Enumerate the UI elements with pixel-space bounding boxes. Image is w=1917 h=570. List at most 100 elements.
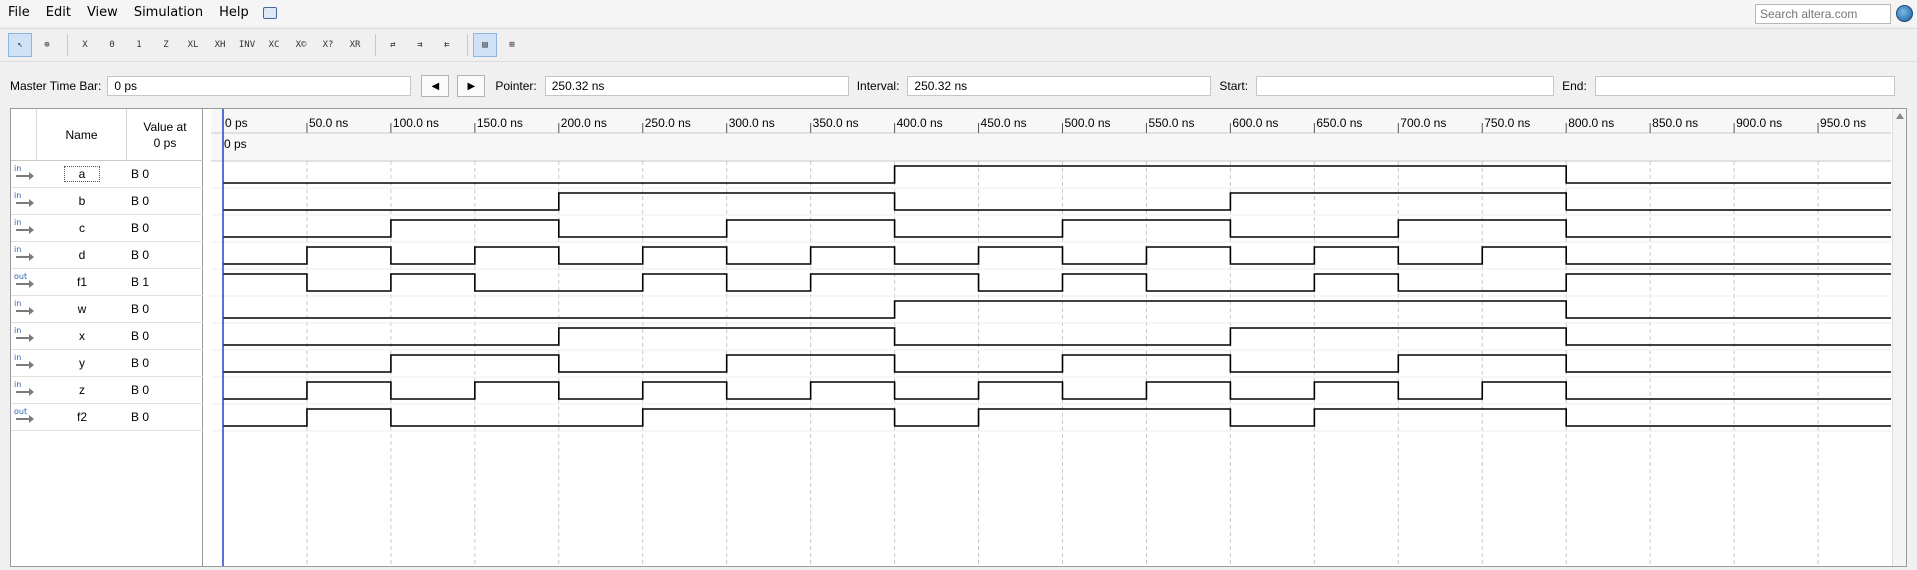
signal-row[interactable]: out f2 B 0 — [11, 404, 203, 431]
waveform-c[interactable] — [223, 219, 1902, 238]
waveform-f1[interactable] — [223, 273, 1902, 292]
pointer-tool-button[interactable]: ↖ — [8, 33, 32, 57]
value-header-line1: Value at — [143, 120, 187, 134]
scroll-up-icon[interactable] — [1896, 113, 1904, 119]
zoom-tool-button[interactable]: ⊕ — [35, 33, 59, 57]
end-field[interactable] — [1594, 76, 1895, 96]
search-input[interactable] — [1755, 4, 1891, 24]
input-pin-icon: in — [14, 326, 34, 345]
random-values-button[interactable]: X? — [316, 33, 340, 57]
signal-value: B 1 — [131, 275, 150, 289]
tick-label: 500.0 ns — [1065, 116, 1111, 130]
signal-row[interactable]: in a B 0 — [11, 161, 203, 188]
signal-value: B 0 — [131, 302, 150, 316]
force-high-button[interactable]: 1 — [127, 33, 151, 57]
pointer-field[interactable]: 250.32 ns — [544, 76, 849, 96]
tick-label: 850.0 ns — [1652, 116, 1698, 130]
force-high-z-icon: Z — [163, 40, 169, 50]
grid-view-button[interactable]: ⊞ — [500, 33, 524, 57]
snap-to-transition-button[interactable]: ⇄ — [381, 33, 405, 57]
vertical-scrollbar[interactable] — [1892, 109, 1906, 566]
feedback-icon[interactable] — [262, 7, 277, 19]
force-weak-high-button[interactable]: XH — [208, 33, 232, 57]
input-pin-icon: in — [14, 380, 34, 399]
pointer-label: Pointer: — [495, 79, 537, 93]
tick-label: 0 ps — [225, 116, 248, 130]
signal-value: B 0 — [131, 194, 150, 208]
pin-direction-label: out — [14, 407, 28, 416]
waveform-panel: Name Value at 0 ps in a B 0 in b B 0 in c B 0 in d B… — [10, 108, 1917, 567]
waveform-x[interactable] — [223, 327, 1902, 346]
waveform-area[interactable]: 0 ps 50.0 ns 100.0 ns 150.0 ns 200.0 ns 250.0… — [211, 109, 1917, 566]
name-column-header[interactable]: Name — [37, 109, 127, 161]
transition-next-button[interactable]: ⇉ — [408, 33, 432, 57]
signal-row[interactable]: out f1 B 1 — [11, 269, 203, 296]
signal-name: f1 — [76, 275, 87, 289]
globe-icon[interactable] — [1896, 5, 1913, 22]
menu-help[interactable]: Help — [211, 0, 257, 26]
waveform-z[interactable] — [223, 381, 1902, 400]
signal-name: f2 — [76, 410, 87, 424]
waveform-d[interactable] — [223, 246, 1902, 265]
value-column-header[interactable]: Value at 0 ps — [127, 109, 203, 161]
toolbar-separator — [67, 34, 68, 56]
menu-edit[interactable]: Edit — [38, 0, 79, 26]
signal-name: x — [79, 329, 85, 343]
arbitrary-value-button[interactable]: XR — [343, 33, 367, 57]
output-pin-icon: out — [14, 272, 34, 291]
signal-row[interactable]: in w B 0 — [11, 296, 203, 323]
force-low-button[interactable]: 0 — [100, 33, 124, 57]
waveform-f2[interactable] — [223, 408, 1902, 427]
transition-prev-button[interactable]: ⇇ — [435, 33, 459, 57]
signal-name: a — [63, 166, 101, 182]
start-field[interactable] — [1256, 76, 1555, 96]
overwrite-clock-button[interactable]: X© — [289, 33, 313, 57]
signal-row[interactable]: in x B 0 — [11, 323, 203, 350]
pin-direction-label: in — [14, 353, 22, 362]
waveform-canvas[interactable]: 0 ps 50.0 ns 100.0 ns 150.0 ns 200.0 ns 250.0… — [211, 109, 1917, 566]
force-unknown-button[interactable]: X — [73, 33, 97, 57]
menu-simulation[interactable]: Simulation — [126, 0, 211, 26]
waveform-b[interactable] — [223, 192, 1902, 211]
input-pin-icon: in — [14, 164, 34, 183]
signal-name: z — [79, 383, 85, 397]
signal-row[interactable]: in d B 0 — [11, 242, 203, 269]
tick-label: 250.0 ns — [645, 116, 691, 130]
waveform-view-icon: ▤ — [482, 40, 488, 50]
signal-row[interactable]: in z B 0 — [11, 377, 203, 404]
signal-name: w — [77, 302, 87, 316]
waveform-w[interactable] — [223, 300, 1902, 319]
interval-field[interactable]: 250.32 ns — [907, 76, 1212, 96]
tick-label: 50.0 ns — [309, 116, 348, 130]
count-value-button[interactable]: XC — [262, 33, 286, 57]
menu-file[interactable]: File — [0, 0, 38, 26]
menu-view[interactable]: View — [79, 0, 126, 26]
invert-button[interactable]: INV — [235, 33, 259, 57]
signal-row[interactable]: in y B 0 — [11, 350, 203, 377]
tick-label: 200.0 ns — [561, 116, 607, 130]
signal-name: y — [79, 356, 85, 370]
toolbar: ↖ ⊕ X 0 1 Z XL XH INV XC X© X? XR ⇄ ⇉ ⇇ ▤ ⊞ — [0, 28, 1917, 62]
master-time-bar-field[interactable]: 0 ps — [107, 76, 412, 96]
chevron-right-icon: ▶ — [467, 80, 476, 92]
force-weak-low-button[interactable]: XL — [181, 33, 205, 57]
snap-to-transition-icon: ⇄ — [390, 40, 396, 50]
next-transition-button[interactable]: ▶ — [457, 75, 486, 97]
time-ruler-background — [211, 109, 1891, 161]
pin-direction-label: out — [14, 272, 28, 281]
tick-label: 700.0 ns — [1400, 116, 1446, 130]
waveform-y[interactable] — [223, 354, 1902, 373]
input-pin-icon: in — [14, 353, 34, 372]
force-high-icon: 1 — [136, 40, 142, 50]
pin-direction-label: in — [14, 218, 22, 227]
force-high-z-button[interactable]: Z — [154, 33, 178, 57]
waveform-view-button[interactable]: ▤ — [473, 33, 497, 57]
waveform-a[interactable] — [223, 165, 1902, 184]
previous-transition-button[interactable]: ◀ — [421, 75, 450, 97]
signal-row[interactable]: in c B 0 — [11, 215, 203, 242]
tick-label: 800.0 ns — [1568, 116, 1614, 130]
signal-value: B 0 — [131, 356, 150, 370]
menu-bar: File Edit View Simulation Help — [0, 0, 1917, 26]
signal-row[interactable]: in b B 0 — [11, 188, 203, 215]
tick-label: 950.0 ns — [1820, 116, 1866, 130]
